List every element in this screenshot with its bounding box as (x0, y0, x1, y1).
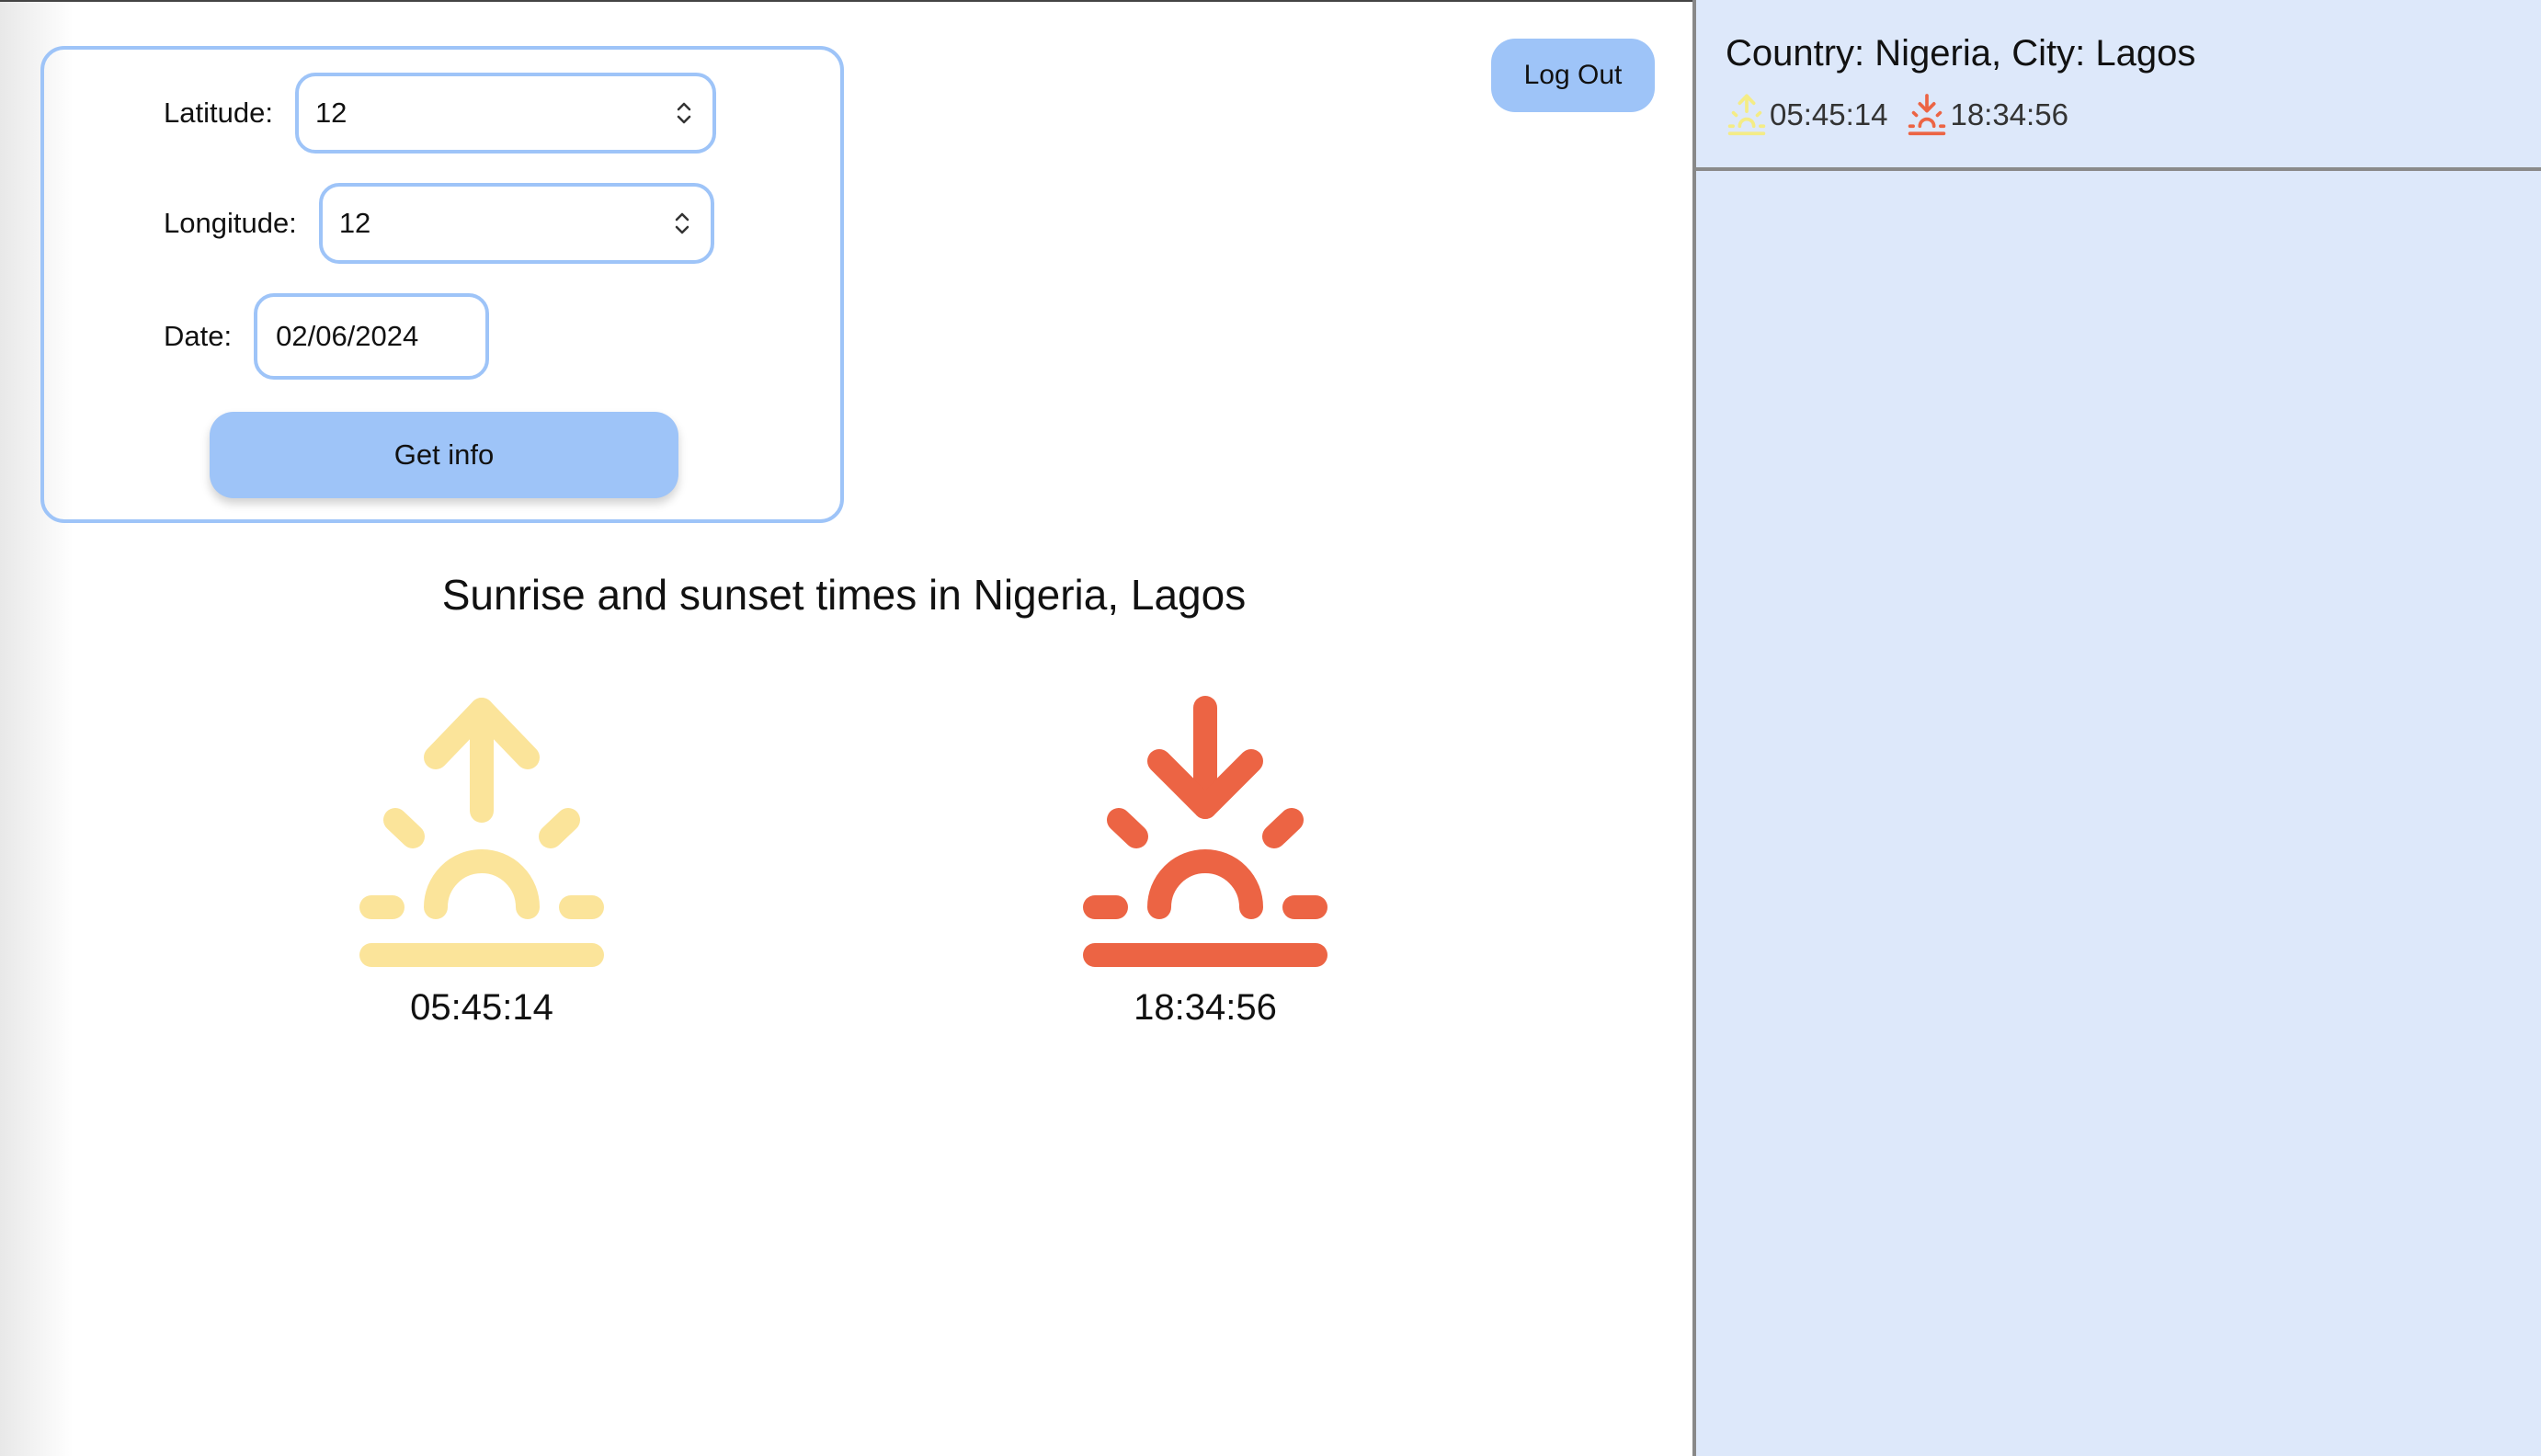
history-entry-sunset: 18:34:56 (1950, 97, 2068, 131)
history-entry[interactable]: Country: Nigeria, City: Lagos 05:45:14 1… (1696, 0, 2541, 171)
date-input[interactable]: 02/06/2024 (254, 293, 490, 380)
sunrise-icon (359, 698, 604, 967)
results-title: Sunrise and sunset times in Nigeria, Lag… (441, 571, 1247, 619)
location-form: Latitude: 12 Longitude: 12 Date: 02/06/2… (40, 46, 844, 523)
sunset-block: 18:34:56 (1067, 691, 1343, 1029)
date-row: Date: 02/06/2024 (164, 293, 490, 380)
history-entry-sunrise: 05:45:14 (1770, 97, 1888, 131)
sunset-icon (1909, 94, 1946, 136)
latitude-input[interactable]: 12 (294, 73, 716, 154)
date-value: 02/06/2024 (276, 320, 419, 352)
sunrise-icon (1727, 94, 1766, 136)
latitude-stepper-icon[interactable] (672, 97, 696, 129)
latitude-value: 12 (314, 97, 348, 129)
app-page: Latitude: 12 Longitude: 12 Date: 02/06/2… (0, 0, 2541, 1456)
longitude-row: Longitude: 12 (164, 183, 714, 264)
sunset-icon (1083, 696, 1327, 967)
log-out-button[interactable]: Log Out (1491, 39, 1655, 112)
get-info-button[interactable]: Get info (210, 412, 678, 498)
main-panel: Latitude: 12 Longitude: 12 Date: 02/06/2… (0, 0, 1692, 1456)
longitude-label: Longitude: (164, 207, 297, 239)
longitude-input[interactable]: 12 (318, 183, 714, 264)
history-sidebar: Country: Nigeria, City: Lagos 05:45:14 1… (1692, 0, 2541, 1456)
sunrise-time: 05:45:14 (410, 987, 553, 1028)
sunset-time: 18:34:56 (1134, 987, 1277, 1028)
longitude-stepper-icon[interactable] (670, 208, 694, 239)
date-label: Date: (164, 320, 233, 352)
longitude-value: 12 (338, 207, 371, 239)
latitude-row: Latitude: 12 (164, 73, 716, 154)
history-entry-times: 05:45:14 18:34:56 (1726, 92, 2068, 138)
latitude-label: Latitude: (164, 97, 273, 129)
sunrise-block: 05:45:14 (344, 691, 620, 1029)
history-entry-location: Country: Nigeria, City: Lagos (1726, 33, 2196, 74)
